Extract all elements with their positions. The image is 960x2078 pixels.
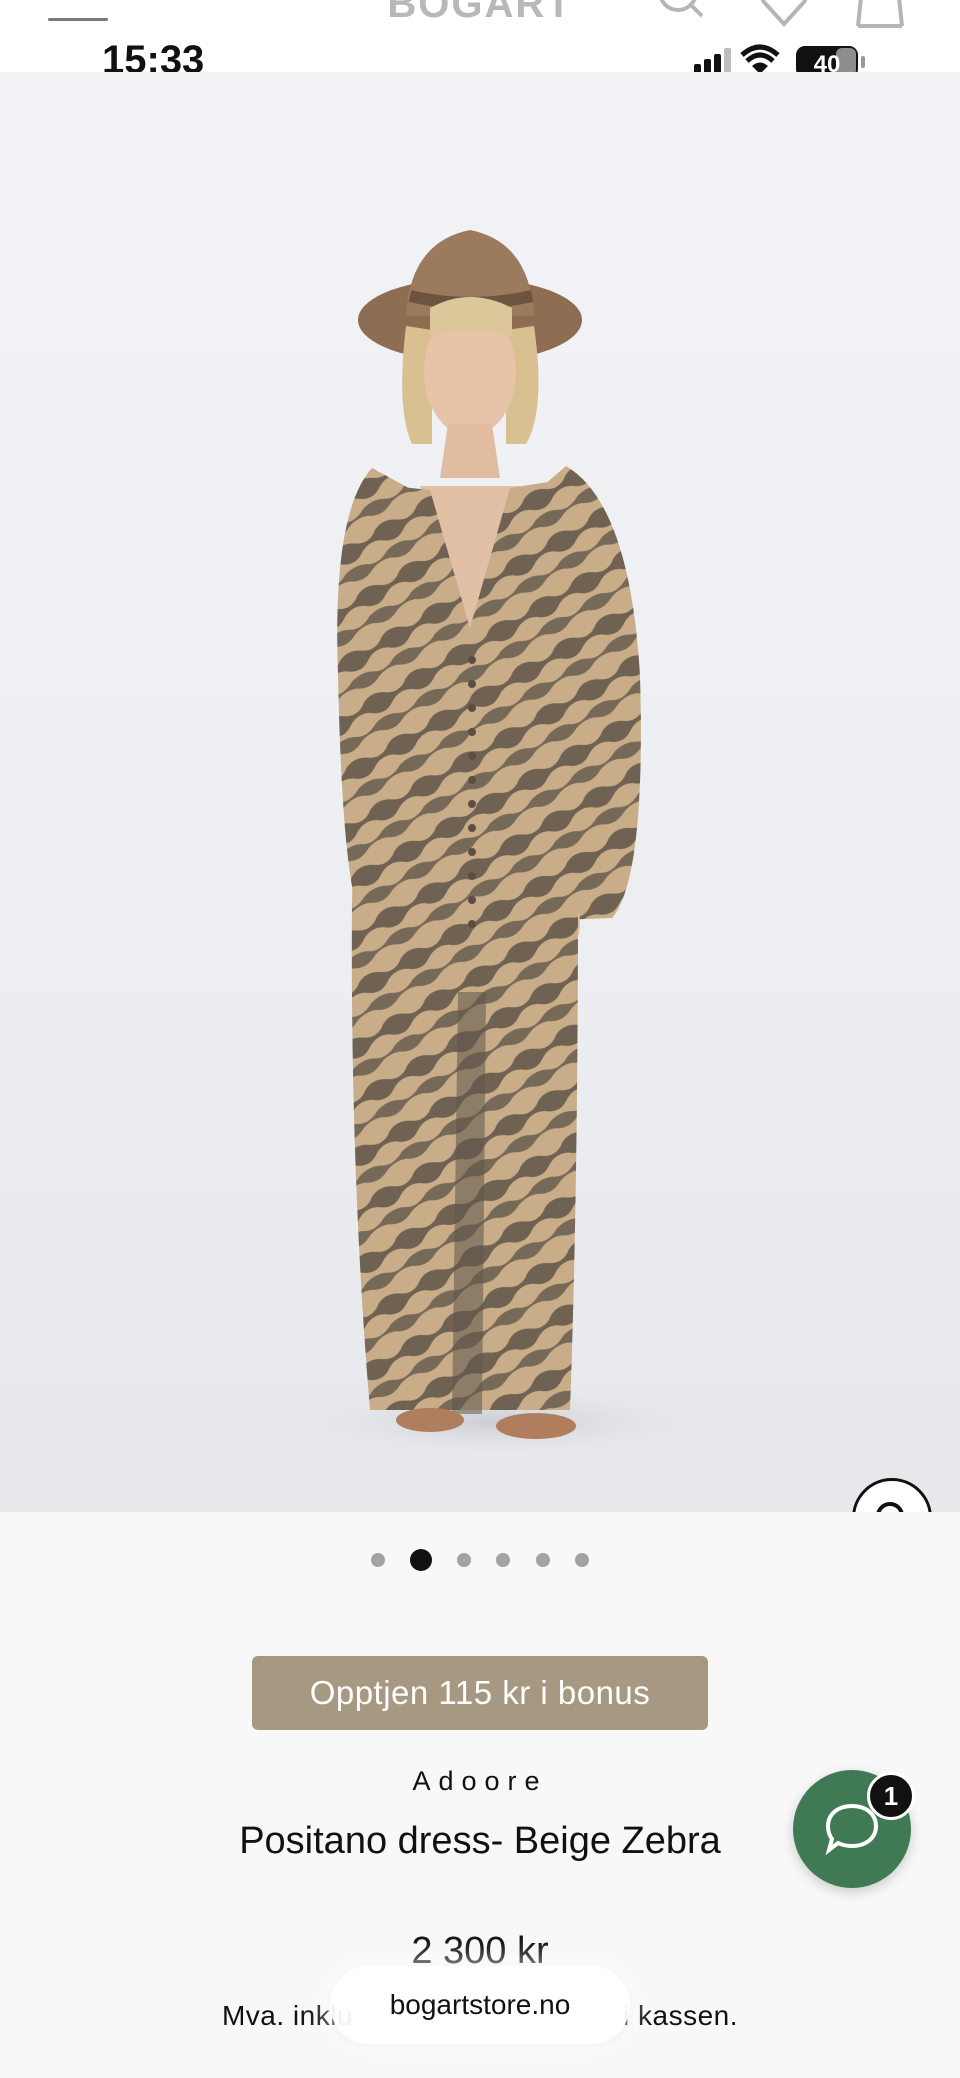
bonus-badge[interactable]: Opptjen 115 kr i bonus <box>252 1656 708 1730</box>
product-page: BOGART 15:33 40 Opptjen 115 kr i bonus A… <box>0 0 960 2078</box>
site-header: BOGART 15:33 40 <box>0 0 960 82</box>
signal-icon <box>694 48 731 74</box>
carousel-dot[interactable] <box>575 1553 589 1567</box>
carousel-dot[interactable] <box>371 1553 385 1567</box>
zoom-icon <box>876 1502 904 1512</box>
wifi-icon <box>740 44 780 74</box>
bag-icon[interactable] <box>852 0 908 30</box>
carousel-dot-active[interactable] <box>410 1549 432 1571</box>
vat-note-end: i kassen. <box>623 2000 739 2031</box>
image-carousel-dots <box>0 1540 960 1580</box>
carousel-dot[interactable] <box>457 1553 471 1567</box>
browser-url-bar[interactable]: bogartstore.no <box>330 1966 630 2044</box>
carousel-dot[interactable] <box>496 1553 510 1567</box>
store-logo[interactable]: BOGART <box>380 0 580 26</box>
search-icon[interactable] <box>652 0 708 30</box>
chat-unread-badge: 1 <box>867 1772 915 1820</box>
product-image[interactable] <box>0 72 960 1512</box>
model-photo <box>270 230 730 1462</box>
menu-icon[interactable] <box>48 0 108 24</box>
carousel-dot[interactable] <box>536 1553 550 1567</box>
heart-icon[interactable] <box>756 0 812 30</box>
